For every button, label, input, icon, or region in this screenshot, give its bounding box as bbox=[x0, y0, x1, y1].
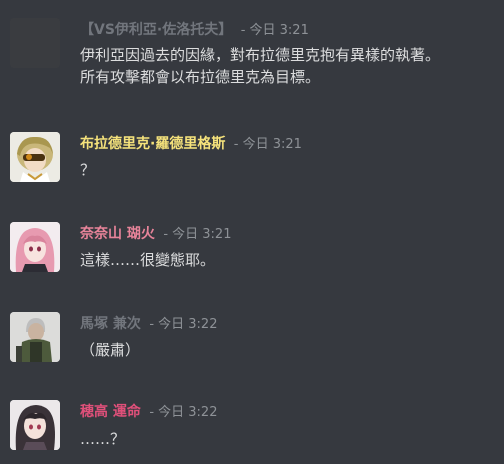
message-content: ……？ bbox=[80, 428, 125, 450]
message-line: 這樣……很變態耶。 bbox=[80, 251, 216, 269]
timestamp: - 今日 3:22 bbox=[149, 405, 218, 420]
message-header: 【VS伊利亞·佐洛托夫】 - 今日 3:21 bbox=[80, 20, 309, 41]
timestamp: - 今日 3:21 bbox=[240, 23, 309, 38]
message-content: 伊利亞因過去的因緣，對布拉德里克抱有異樣的執著。 所有攻擊都會以布拉德里克為目標… bbox=[80, 44, 440, 88]
message-line: 伊利亞因過去的因緣，對布拉德里克抱有異樣的執著。 bbox=[80, 46, 441, 64]
author-name[interactable]: 穂高 運命 bbox=[80, 404, 141, 420]
message-content: （嚴肅） bbox=[80, 339, 140, 361]
user-avatar[interactable] bbox=[10, 312, 60, 362]
message-line: （嚴肅） bbox=[80, 341, 141, 359]
author-name[interactable]: 馬塚 兼次 bbox=[80, 316, 141, 332]
author-name[interactable]: 【VS伊利亞·佐洛托夫】 bbox=[80, 22, 232, 38]
soldier-avatar-icon bbox=[10, 312, 60, 362]
user-avatar[interactable] bbox=[10, 222, 60, 272]
message-line: ？ bbox=[80, 161, 96, 179]
chat-log: 【VS伊利亞·佐洛托夫】 - 今日 3:21 伊利亞因過去的因緣，對布拉德里克抱… bbox=[0, 0, 504, 464]
message-header: 奈奈山 瑚火 - 今日 3:21 bbox=[80, 224, 231, 245]
blank-avatar-icon bbox=[10, 18, 60, 68]
blonde-masked-avatar-icon bbox=[10, 132, 60, 182]
author-name[interactable]: 布拉德里克·羅德里格斯 bbox=[80, 136, 225, 152]
message-header: 布拉德里克·羅德里格斯 - 今日 3:21 bbox=[80, 134, 302, 155]
message-content: 這樣……很變態耶。 bbox=[80, 249, 215, 271]
message-header: 穂高 運命 - 今日 3:22 bbox=[80, 402, 217, 423]
timestamp: - 今日 3:22 bbox=[149, 317, 218, 332]
timestamp: - 今日 3:21 bbox=[163, 227, 232, 242]
timestamp: - 今日 3:21 bbox=[233, 137, 302, 152]
user-avatar[interactable] bbox=[10, 400, 60, 450]
author-name[interactable]: 奈奈山 瑚火 bbox=[80, 226, 155, 242]
message-line: 所有攻擊都會以布拉德里克為目標。 bbox=[80, 68, 321, 86]
message-content: ？ bbox=[80, 159, 95, 181]
user-avatar[interactable] bbox=[10, 132, 60, 182]
user-avatar[interactable] bbox=[10, 18, 60, 68]
pink-hair-avatar-icon bbox=[10, 222, 60, 272]
dark-hair-avatar-icon bbox=[10, 400, 60, 450]
message-line: ……？ bbox=[80, 430, 126, 448]
message-header: 馬塚 兼次 - 今日 3:22 bbox=[80, 314, 217, 335]
